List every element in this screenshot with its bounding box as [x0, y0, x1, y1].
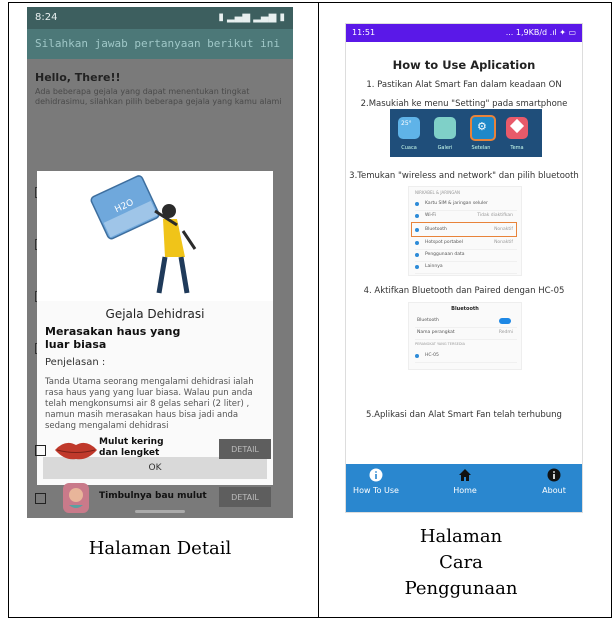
symptom-row: Mulut kering dan lengket DETAIL	[27, 429, 293, 471]
detail-button[interactable]: DETAIL	[219, 439, 271, 459]
page-title: How to Use Aplication	[392, 58, 536, 72]
step-3: 3.Temukan "wireless and network" dan pil…	[349, 171, 579, 181]
status-bar: 11:51 ... 1,9KB/d .ıl ✦ ▭	[346, 24, 582, 42]
greeting: Hello, There!!	[35, 71, 121, 84]
status-icons: ... 1,9KB/d .ıl ✦ ▭	[505, 28, 576, 37]
bottom-navigation: How To Use Home About	[346, 464, 582, 512]
explanation-heading: Penjelasan :	[45, 357, 106, 368]
app-bar: Silahkan jawab pertanyaan berikut ini	[27, 29, 293, 59]
nav-about[interactable]: About	[524, 468, 582, 495]
drinking-illustration: H2O	[37, 171, 273, 301]
status-time: 8:24	[35, 12, 58, 23]
explanation-text: Tanda Utama seorang mengalami dehidrasi …	[45, 377, 254, 431]
weather-app-icon: 25°	[398, 117, 420, 139]
intro-text: Ada beberapa gejala yang dapat menentuka…	[35, 87, 282, 106]
settings-screenshot: NIRKABEL & JARINGAN Kartu SIM & jaringan…	[408, 186, 522, 276]
info-icon	[547, 468, 561, 482]
bluetooth-highlight	[411, 222, 517, 237]
symptom-checkbox[interactable]	[35, 445, 46, 456]
symptom-name: Merasakan haus yang luar biasa	[45, 325, 181, 351]
step-4: 4. Aktifkan Bluetooth dan Paired dengan …	[363, 286, 565, 296]
table-divider	[318, 2, 319, 618]
symptom-label: Timbulnya bau mulut	[99, 491, 207, 501]
info-icon	[369, 468, 383, 482]
caption-detail: Halaman Detail	[88, 538, 232, 559]
caption-how-to-use: Halaman Cara Penggunaan	[404, 526, 518, 599]
status-bar: 8:24 ▮ ▂▄▆ ▂▄▆ ▮	[27, 7, 293, 29]
settings-app-icon: ⚙	[470, 115, 496, 141]
home-indicator	[135, 510, 185, 513]
nav-how-to-use[interactable]: How To Use	[346, 468, 406, 495]
step-5: 5.Aplikasi dan Alat Smart Fan telah terh…	[366, 410, 562, 420]
app-bar-title: Silahkan jawab pertanyaan berikut ini	[35, 37, 281, 50]
status-icons: ▮ ▂▄▆ ▂▄▆ ▮	[218, 12, 285, 23]
step-2: 2.Masukiah ke menu "Setting" pada smartp…	[360, 99, 568, 109]
detail-page-screenshot: 8:24 ▮ ▂▄▆ ▂▄▆ ▮ Silahkan jawab pertanya…	[27, 7, 293, 518]
theme-app-icon	[506, 117, 528, 139]
main-content: Hello, There!! Ada beberapa gejala yang …	[27, 59, 293, 518]
detail-button[interactable]: DETAIL	[219, 487, 271, 507]
bluetooth-screenshot: Bluetooth Bluetooth Nama perangkat Redmi …	[408, 302, 522, 370]
bad-breath-icon	[63, 483, 89, 513]
lips-icon	[55, 442, 97, 460]
status-time: 11:51	[352, 28, 376, 37]
bluetooth-toggle[interactable]	[499, 318, 511, 324]
dialog-title: Gejala Dehidrasi	[105, 307, 205, 321]
step-1: 1. Pastikan Alat Smart Fan dalam keadaan…	[366, 80, 562, 90]
home-icon	[458, 468, 472, 482]
gallery-app-icon	[434, 117, 456, 139]
symptom-label: Mulut kering dan lengket	[99, 437, 164, 458]
nav-home[interactable]: Home	[435, 468, 495, 495]
how-to-use-screenshot: 11:51 ... 1,9KB/d .ıl ✦ ▭ How to Use Apl…	[345, 23, 583, 513]
app-icons-image: 25° Cuaca Galeri ⚙ Setelan Tema	[390, 109, 542, 157]
symptom-checkbox[interactable]	[35, 493, 46, 504]
